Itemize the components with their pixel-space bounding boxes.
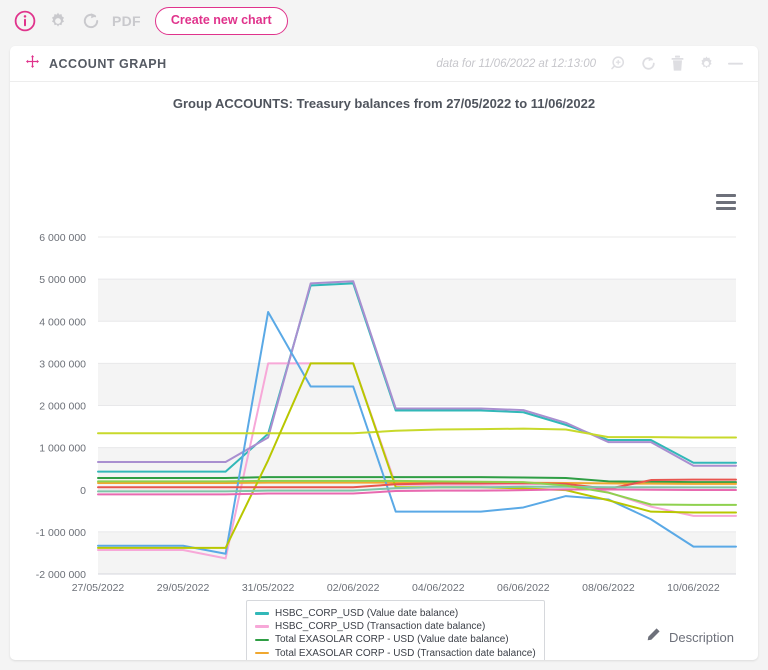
description-label[interactable]: Description [669,630,734,645]
refresh-icon[interactable] [79,9,103,33]
svg-text:4 000 000: 4 000 000 [39,316,86,328]
top-toolbar: PDF Create new chart [0,0,768,42]
series-line[interactable] [97,427,737,439]
widget-footer: Description [10,614,758,660]
y-axis-labels: 6 000 000 5 000 000 4 000 000 3 000 000 2 00… [36,232,86,581]
svg-text:02/06/2022: 02/06/2022 [327,582,380,594]
gear-icon[interactable] [697,55,715,73]
svg-text:29/05/2022: 29/05/2022 [157,582,210,594]
move-handle-icon[interactable] [26,54,39,73]
zoom-in-icon[interactable] [610,55,628,73]
minimize-icon[interactable] [726,55,744,73]
svg-text:-2 000 000: -2 000 000 [36,569,86,581]
widget-header: ACCOUNT GRAPH data for 11/06/2022 at 12:… [10,46,758,82]
svg-text:5 000 000: 5 000 000 [39,274,86,286]
svg-text:-1 000 000: -1 000 000 [36,527,86,539]
plot-bands [98,279,736,574]
line-chart-plot: 6 000 000 5 000 000 4 000 000 3 000 000 2 00… [36,232,737,594]
refresh-icon[interactable] [639,55,657,73]
trash-icon[interactable] [668,55,686,73]
svg-text:31/05/2022: 31/05/2022 [242,582,295,594]
gear-icon[interactable] [46,9,70,33]
pdf-label[interactable]: PDF [112,13,143,29]
svg-text:0: 0 [80,485,86,497]
info-icon[interactable] [13,9,37,33]
svg-text:10/06/2022: 10/06/2022 [667,582,720,594]
plot-series [97,280,737,560]
pencil-icon[interactable] [645,627,661,648]
x-axis-labels: 27/05/2022 29/05/2022 31/05/2022 02/06/2022… [72,582,720,594]
svg-text:04/06/2022: 04/06/2022 [412,582,465,594]
svg-text:08/06/2022: 08/06/2022 [582,582,635,594]
svg-text:3 000 000: 3 000 000 [39,358,86,370]
widget-header-actions: data for 11/06/2022 at 12:13:00 [436,55,744,73]
chart-area: Group ACCOUNTS: Treasury balances from 2… [10,82,758,660]
svg-text:27/05/2022: 27/05/2022 [72,582,125,594]
data-timestamp: data for 11/06/2022 at 12:13:00 [436,57,596,70]
account-graph-widget: ACCOUNT GRAPH data for 11/06/2022 at 12:… [10,46,758,660]
create-new-chart-button[interactable]: Create new chart [154,7,288,35]
svg-text:06/06/2022: 06/06/2022 [497,582,550,594]
svg-text:1 000 000: 1 000 000 [39,443,86,455]
svg-text:6 000 000: 6 000 000 [39,232,86,244]
svg-text:2 000 000: 2 000 000 [39,401,86,413]
widget-title: ACCOUNT GRAPH [49,56,167,71]
